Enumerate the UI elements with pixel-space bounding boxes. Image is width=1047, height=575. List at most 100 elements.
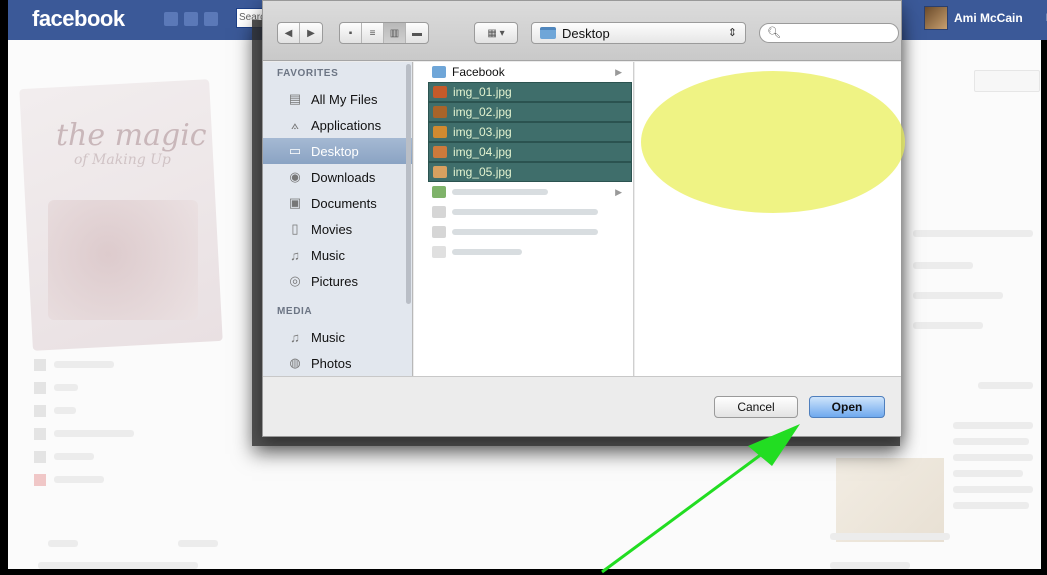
sidebar-item-applications[interactable]: ⟑ Applications [263, 112, 412, 138]
blurred-folder-row[interactable]: ▶ [428, 182, 632, 202]
sidebar-item-downloads[interactable]: ◉ Downloads [263, 164, 412, 190]
book-subtitle: of Making Up [74, 152, 171, 168]
sidebar-item-label: Downloads [311, 169, 376, 185]
image-file-icon [433, 126, 447, 138]
user-profile-link[interactable]: Ami McCain [924, 6, 1023, 30]
sidebar-item-desktop[interactable]: ▭ Desktop [263, 138, 412, 164]
sidebar-scrollbar[interactable] [406, 64, 411, 304]
left-menu-item[interactable] [34, 422, 134, 445]
sidebar-item-photos[interactable]: ◍ Photos [263, 350, 412, 376]
folder-icon [432, 66, 446, 78]
file-icon [432, 226, 446, 238]
image-border [0, 569, 1047, 575]
file-icon [432, 206, 446, 218]
friend-requests-icon[interactable] [164, 12, 178, 26]
avatar[interactable] [924, 6, 948, 30]
notifications-icon[interactable] [204, 12, 218, 26]
arrange-icon: ▦ ▾ [487, 27, 505, 39]
facebook-logo[interactable]: facebook [32, 6, 125, 32]
file-row-img-04[interactable]: img_04.jpg [428, 142, 632, 162]
blurred-file-row[interactable] [428, 242, 632, 262]
page-action-button[interactable] [974, 70, 1040, 92]
file-name: img_01.jpg [453, 85, 512, 99]
blurred-text [978, 382, 1033, 389]
music-icon: ♫ [290, 247, 300, 263]
file-row-img-02[interactable]: img_02.jpg [428, 102, 632, 122]
sidebar-item-media-music[interactable]: ♫ Music [263, 324, 412, 350]
sidebar-item-movies[interactable]: ▯ Movies [263, 216, 412, 242]
open-button[interactable]: Open [809, 396, 885, 418]
blurred-file-row[interactable] [428, 202, 632, 222]
sidebar-item-pictures[interactable]: ◎ Pictures [263, 268, 412, 294]
open-file-dialog: ◀ ▶ ▪ ≡ ▥ ▬ ▦ ▾ Desktop ⇕ 🔍︎ FAVORITES ▤… [262, 0, 905, 437]
blurred-text [830, 562, 910, 569]
applications-icon: ⟑ [291, 117, 299, 132]
location-label: Desktop [562, 25, 610, 41]
sidebar-item-music[interactable]: ♫ Music [263, 242, 412, 268]
column-view-button[interactable]: ▥ [384, 23, 406, 43]
left-menu-item[interactable] [34, 468, 134, 491]
facebook-left-menu [34, 353, 134, 491]
desktop-icon: ▭ [288, 143, 302, 158]
left-menu-item[interactable] [34, 353, 134, 376]
blurred-text [913, 322, 983, 329]
file-row-img-05[interactable]: img_05.jpg [428, 162, 632, 182]
blurred-text [953, 422, 1033, 429]
blurred-text [38, 562, 198, 569]
list-view-icon: ≡ [369, 27, 376, 39]
sidebar-item-label: Desktop [311, 143, 359, 159]
favorites-header: FAVORITES [277, 68, 339, 79]
dialog-sidebar: FAVORITES ▤ All My Files ⟑ Applications ▭ D… [263, 62, 413, 392]
forward-arrow-icon: ▶ [307, 27, 315, 39]
file-row-img-01[interactable]: img_01.jpg [428, 82, 632, 102]
view-mode-buttons: ▪ ≡ ▥ ▬ [339, 22, 429, 44]
back-button[interactable]: ◀ [278, 23, 300, 43]
arrange-button[interactable]: ▦ ▾ [474, 22, 518, 44]
dialog-search-input[interactable]: 🔍︎ [759, 23, 899, 43]
sidebar-item-label: Music [311, 247, 345, 263]
back-forward-buttons: ◀ ▶ [277, 22, 323, 44]
sidebar-item-label: All My Files [311, 91, 378, 107]
sidebar-item-documents[interactable]: ▣ Documents [263, 190, 412, 216]
downloads-icon: ◉ [289, 169, 301, 184]
arrange-menu[interactable]: ▦ ▾ [475, 23, 517, 43]
user-name[interactable]: Ami McCain [954, 11, 1023, 25]
icon-view-icon: ▪ [348, 27, 353, 39]
blurred-file-row[interactable] [428, 222, 632, 242]
messages-icon[interactable] [184, 12, 198, 26]
blurred-text [913, 292, 1003, 299]
file-browser-column: Facebook ▶ img_01.jpg img_02.jpg img_03.… [414, 62, 634, 376]
facebook-folder-row[interactable]: Facebook ▶ [428, 62, 632, 82]
forward-button[interactable]: ▶ [300, 23, 322, 43]
sidebar-item-all-my-files[interactable]: ▤ All My Files [263, 86, 412, 112]
cancel-button[interactable]: Cancel [714, 396, 798, 418]
sidebar-item-label: Music [311, 329, 345, 345]
dialog-toolbar: ◀ ▶ ▪ ≡ ▥ ▬ ▦ ▾ Desktop ⇕ 🔍︎ [263, 1, 901, 61]
icon-view-button[interactable]: ▪ [340, 23, 362, 43]
file-name: img_04.jpg [453, 145, 512, 159]
blurred-text [953, 454, 1033, 461]
search-icon: 🔍︎ [767, 27, 781, 39]
left-menu-item[interactable] [34, 399, 134, 422]
sidebar-item-label: Photos [311, 355, 352, 371]
sidebar-item-label: Documents [311, 195, 377, 211]
folder-icon [432, 186, 446, 198]
all-files-icon: ▤ [288, 91, 302, 106]
image-file-icon [433, 166, 447, 178]
image-file-icon [433, 86, 447, 98]
sponsored-thumbnail[interactable] [836, 458, 944, 542]
music-icon: ♫ [290, 329, 300, 345]
blurred-text [452, 229, 598, 235]
left-menu-item[interactable] [34, 445, 134, 468]
file-row-img-03[interactable]: img_03.jpg [428, 122, 632, 142]
coverflow-view-button[interactable]: ▬ [406, 23, 428, 43]
back-arrow-icon: ◀ [284, 27, 293, 39]
list-view-button[interactable]: ≡ [362, 23, 384, 43]
media-header: MEDIA [277, 306, 313, 317]
image-border [1041, 40, 1047, 575]
location-popup[interactable]: Desktop ⇕ [531, 22, 746, 44]
file-icon [432, 246, 446, 258]
left-menu-item[interactable] [34, 376, 134, 399]
book-photo [48, 200, 198, 320]
blurred-text [953, 470, 1023, 477]
